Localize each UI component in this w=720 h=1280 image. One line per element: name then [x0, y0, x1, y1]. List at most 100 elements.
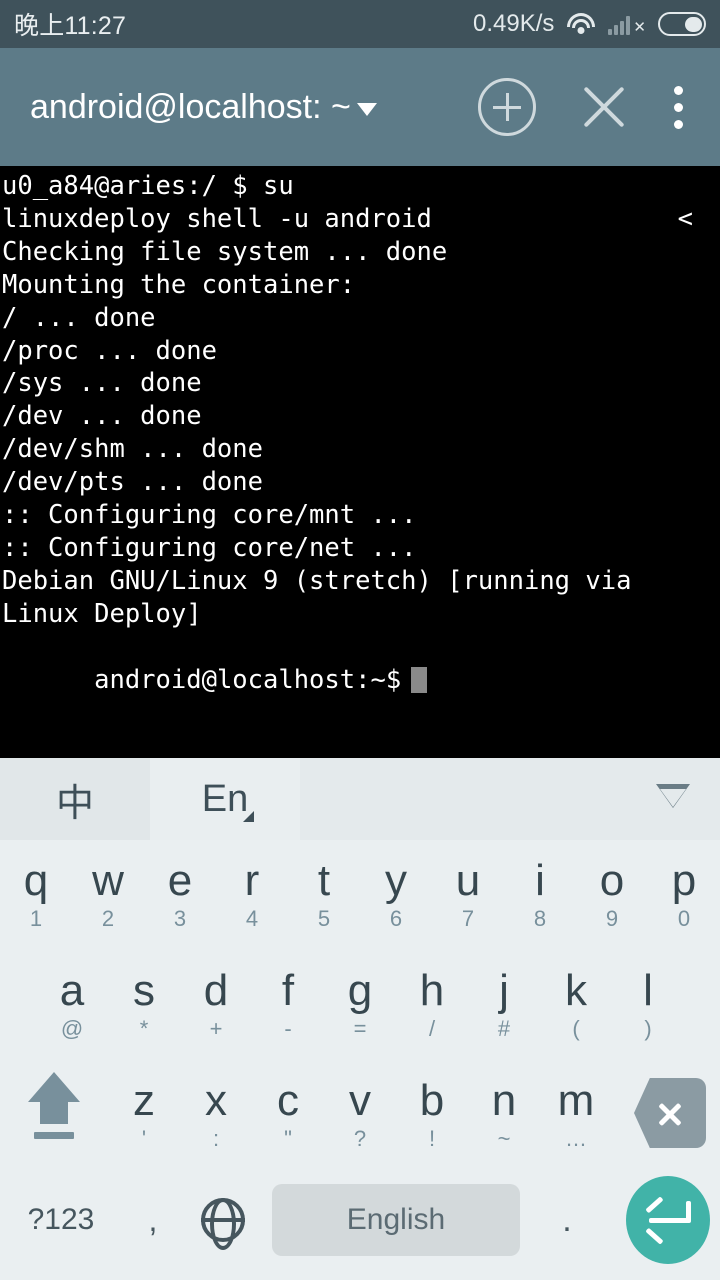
key-sub-label: )	[644, 1016, 652, 1041]
terminal-line: u0_a84@aries:/ $ su	[2, 171, 294, 201]
wifi-icon	[566, 12, 596, 36]
block-cursor	[411, 666, 428, 693]
three-dot-menu-icon[interactable]	[674, 85, 684, 129]
shift-arrow-icon[interactable]	[14, 1068, 94, 1158]
app-bar: android@localhost: ~	[0, 48, 720, 166]
key-main-label: n	[491, 1076, 517, 1125]
key-main-label: y	[385, 856, 407, 905]
keyboard-toolbar: 中 En	[0, 758, 720, 840]
terminal-line: /sys ... done	[2, 368, 202, 399]
key-sub-label: …	[565, 1126, 587, 1151]
key-k[interactable]: k(	[540, 950, 612, 1060]
backspace-icon[interactable]	[622, 1078, 706, 1148]
key-i[interactable]: i8	[504, 840, 576, 950]
key-r[interactable]: r4	[216, 840, 288, 950]
terminal-session-tab[interactable]: android@localhost: ~	[30, 88, 377, 127]
key-o[interactable]: o9	[576, 840, 648, 950]
key-f[interactable]: f-	[252, 950, 324, 1060]
terminal-line: Checking file system ... done	[2, 236, 448, 267]
terminal-line: linuxdeploy shell -u android <	[2, 203, 693, 234]
symbols-key-label: ?123	[27, 1203, 95, 1236]
globe-language-icon[interactable]	[186, 1184, 260, 1256]
phone-screen: 晚上11:27 0.49K/s ✕ android@localhost: ~ u…	[0, 0, 720, 1280]
key-x[interactable]: x:	[180, 1060, 252, 1170]
key-main-label: v	[349, 1076, 371, 1125]
key-main-label: h	[419, 966, 445, 1015]
key-main-label: a	[59, 966, 85, 1015]
key-main-label: o	[599, 856, 625, 905]
terminal-line: :: Configuring core/mnt ...	[2, 500, 417, 531]
key-p[interactable]: p0	[648, 840, 720, 950]
terminal-line: Mounting the container:	[2, 269, 356, 300]
signal-bars-no-service-icon: ✕	[608, 13, 646, 35]
key-sub-label: *	[139, 1016, 149, 1041]
circle-plus-icon[interactable]	[478, 78, 536, 136]
keyboard-row-2: a @ s * d + f - g = h / j # k(l)	[0, 950, 720, 1060]
key-b[interactable]: b!	[396, 1060, 468, 1170]
key-q[interactable]: q1	[0, 840, 72, 950]
enter-return-icon[interactable]	[626, 1176, 710, 1264]
key-sub-label: @	[60, 1016, 84, 1041]
keyboard-rows: q1w2e3r4t5y6u7i8o9p0 a @ s * d + f - g = h / j # k(l) …	[0, 840, 720, 1170]
key-main-label: l	[643, 966, 653, 1015]
key-u[interactable]: u7	[432, 840, 504, 950]
key-m[interactable]: m…	[540, 1060, 612, 1170]
key-c[interactable]: c "	[252, 1060, 324, 1170]
key-h[interactable]: h /	[396, 950, 468, 1060]
terminal-line: /dev ... done	[2, 401, 202, 432]
key-l[interactable]: l)	[612, 950, 684, 1060]
key-main-label: w	[92, 856, 124, 905]
key-main-label: i	[535, 856, 545, 905]
terminal-line: / ... done	[2, 302, 156, 333]
status-clock: 晚上11:27	[14, 12, 127, 40]
key-sub-label: 2	[101, 906, 115, 931]
comma-key[interactable]: ,	[116, 1184, 190, 1256]
key-z[interactable]: z '	[108, 1060, 180, 1170]
key-sub-label: 5	[317, 906, 331, 931]
key-main-label: z	[133, 1076, 155, 1125]
key-g[interactable]: g =	[324, 950, 396, 1060]
key-main-label: f	[281, 966, 295, 1015]
collapse-keyboard-icon[interactable]	[656, 784, 690, 808]
keyboard-row-1: q1w2e3r4t5y6u7i8o9p0	[0, 840, 720, 950]
space-key[interactable]: English	[272, 1184, 520, 1256]
key-main-label: m	[557, 1076, 595, 1125]
key-s[interactable]: s *	[108, 950, 180, 1060]
key-main-label: j	[499, 966, 509, 1015]
key-main-label: b	[419, 1076, 445, 1125]
key-n[interactable]: n ~	[468, 1060, 540, 1170]
symbols-key[interactable]: ?123	[6, 1184, 116, 1256]
period-key[interactable]: .	[530, 1184, 604, 1256]
key-sub-label: 8	[533, 906, 547, 931]
key-main-label: x	[205, 1076, 227, 1125]
key-main-label: g	[347, 966, 373, 1015]
key-j[interactable]: j #	[468, 950, 540, 1060]
key-sub-label: 3	[173, 906, 187, 931]
key-t[interactable]: t5	[288, 840, 360, 950]
tab-chinese-input[interactable]: 中	[0, 758, 150, 840]
key-sub-label: -	[284, 1016, 292, 1041]
key-v[interactable]: v?	[324, 1060, 396, 1170]
key-sub-label: +	[209, 1016, 223, 1041]
key-e[interactable]: e3	[144, 840, 216, 950]
key-sub-label: 4	[245, 906, 259, 931]
soft-keyboard: 中 En q1w2e3r4t5y6u7i8o9p0 a @ s * d + f - g = h / j #…	[0, 758, 720, 1280]
tab-english-input[interactable]: En	[150, 758, 300, 840]
tab-english-label: En	[201, 777, 249, 820]
key-w[interactable]: w2	[72, 840, 144, 950]
key-main-label: p	[671, 856, 697, 905]
key-main-label: c	[277, 1076, 299, 1125]
close-x-icon[interactable]	[578, 81, 630, 133]
key-sub-label: "	[284, 1126, 292, 1151]
key-main-label: u	[455, 856, 481, 905]
tab-corner-indicator-icon	[243, 811, 254, 822]
terminal-output[interactable]: u0_a84@aries:/ $ su linuxdeploy shell -u …	[0, 166, 720, 758]
key-y[interactable]: y6	[360, 840, 432, 950]
key-a[interactable]: a @	[36, 950, 108, 1060]
key-sub-label: 0	[677, 906, 691, 931]
key-sub-label: !	[428, 1126, 436, 1151]
key-d[interactable]: d +	[180, 950, 252, 1060]
terminal-line: /dev/shm ... done	[2, 434, 263, 465]
key-sub-label: 6	[389, 906, 403, 931]
key-sub-label: :	[212, 1126, 220, 1151]
